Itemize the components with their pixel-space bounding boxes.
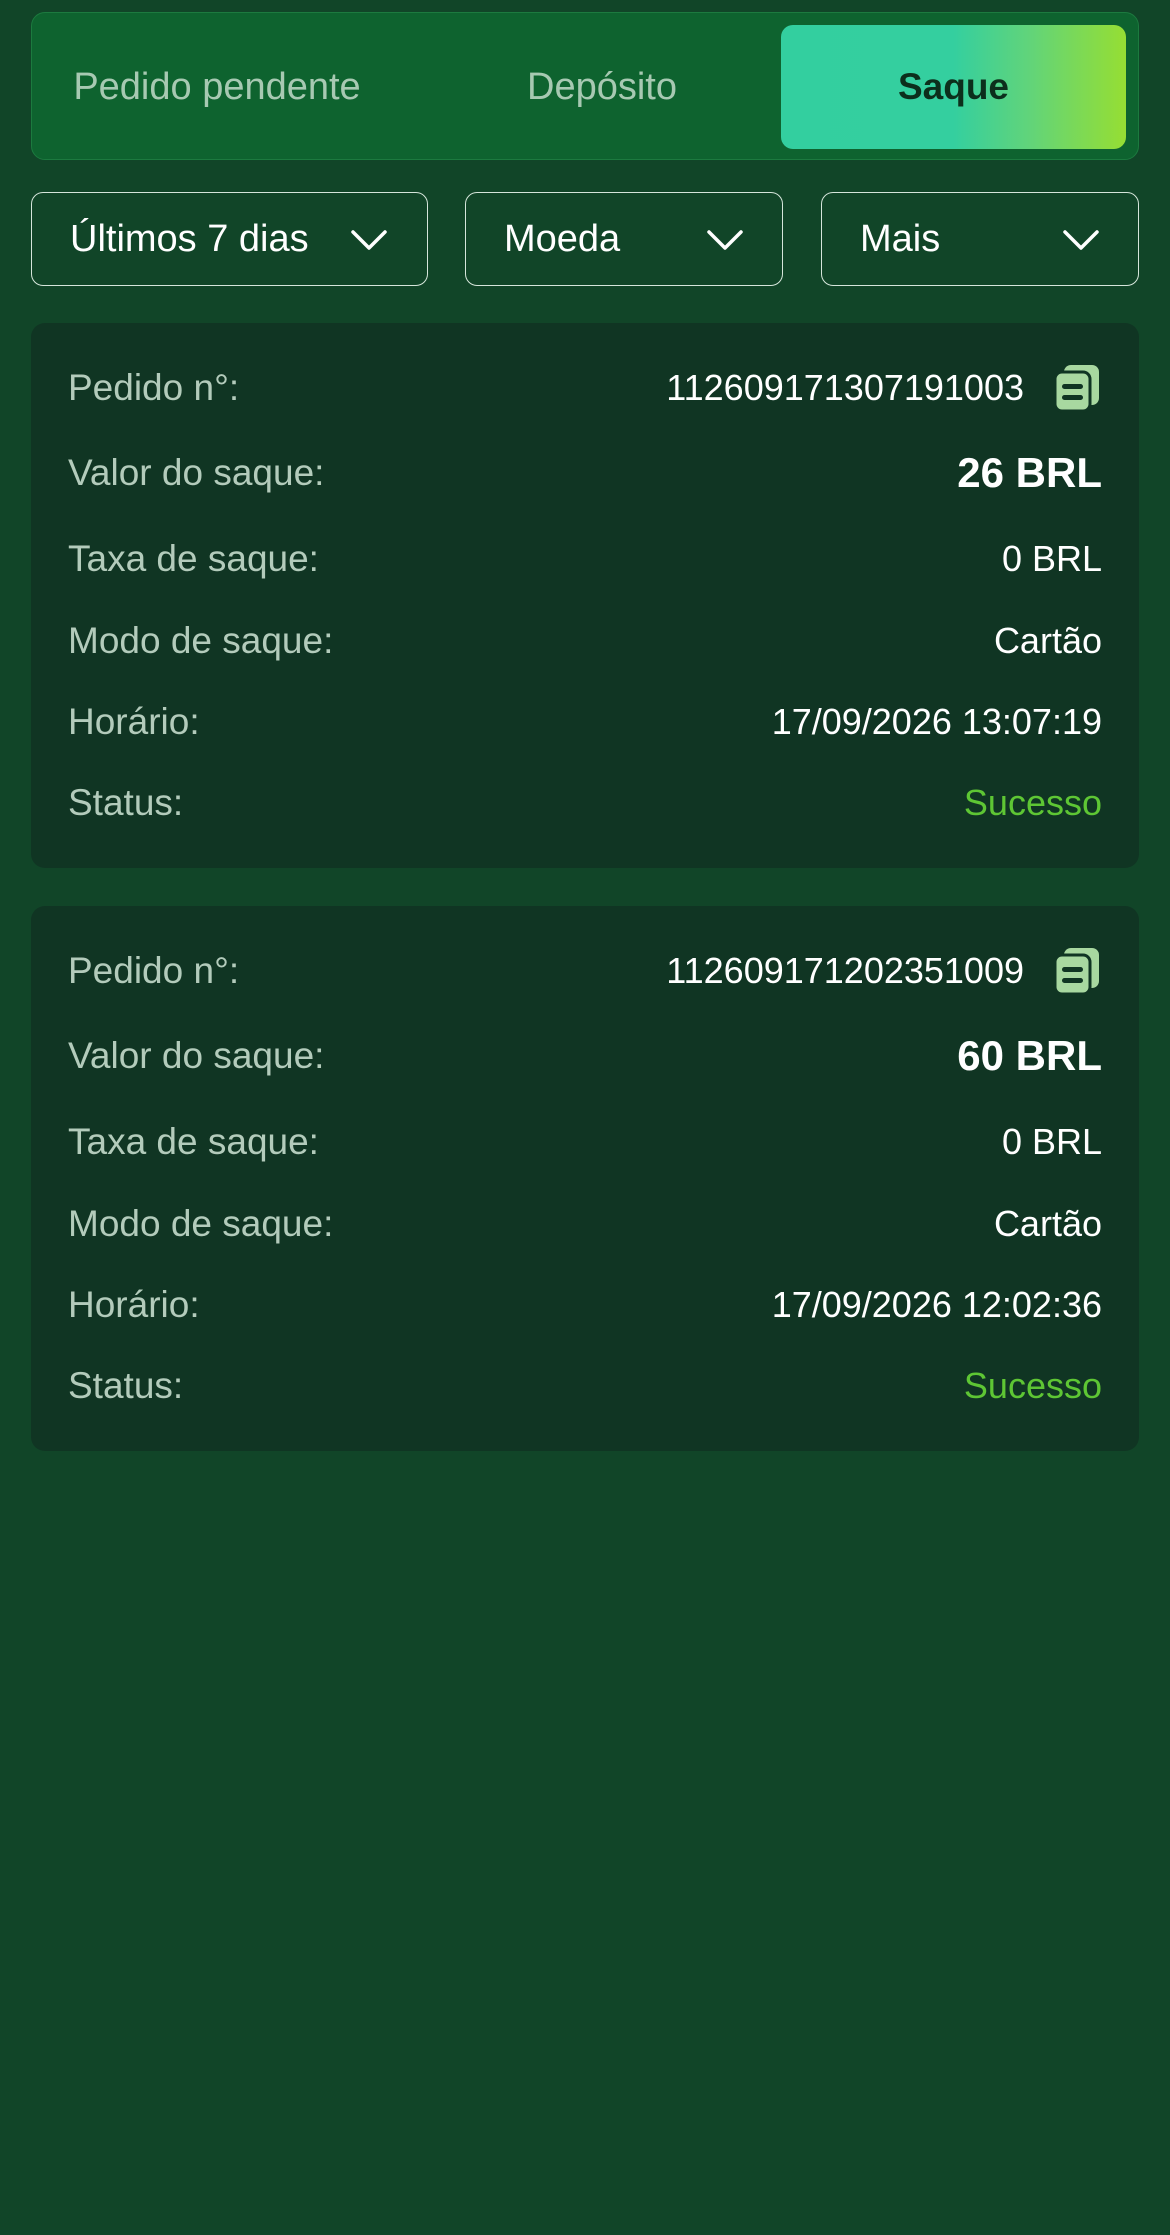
- withdrawal-record-card: Pedido n°: 112609171307191003 Valor do s…: [31, 323, 1139, 868]
- chevron-down-icon: [1063, 230, 1099, 250]
- order-number-value: 112609171202351009: [666, 950, 1024, 991]
- time-label: Horário:: [68, 1284, 200, 1325]
- period-filter-label: Últimos 7 dias: [70, 217, 309, 260]
- copy-icon[interactable]: [1052, 363, 1102, 413]
- status-label: Status:: [68, 1365, 184, 1406]
- order-number-value: 112609171307191003: [666, 367, 1024, 408]
- amount-label: Valor do saque:: [68, 1035, 325, 1076]
- mode-row: Modo de saque: Cartão: [68, 611, 1102, 671]
- mode-value: Cartão: [993, 1203, 1102, 1244]
- status-row: Status: Sucesso: [68, 773, 1102, 833]
- withdrawal-record-card: Pedido n°: 112609171202351009 Valor do s…: [31, 906, 1139, 1451]
- tab-withdraw[interactable]: Saque: [781, 25, 1126, 149]
- fee-value: 0 BRL: [1001, 538, 1102, 579]
- fee-row: Taxa de saque: 0 BRL: [68, 1112, 1102, 1172]
- order-number-row: Pedido n°: 112609171307191003: [68, 358, 1102, 418]
- fee-label: Taxa de saque:: [68, 538, 319, 579]
- more-filter-dropdown[interactable]: Mais: [821, 192, 1139, 286]
- currency-filter-dropdown[interactable]: Moeda: [465, 192, 783, 286]
- chevron-down-icon: [351, 230, 387, 250]
- amount-row: Valor do saque: 26 BRL: [68, 443, 1102, 503]
- time-row: Horário: 17/09/2026 12:02:36: [68, 1275, 1102, 1335]
- amount-value: 60 BRL: [957, 1032, 1102, 1079]
- amount-value: 26 BRL: [957, 449, 1102, 496]
- mode-value: Cartão: [993, 620, 1102, 661]
- time-row: Horário: 17/09/2026 13:07:19: [68, 692, 1102, 752]
- fee-value: 0 BRL: [1001, 1121, 1102, 1162]
- fee-label: Taxa de saque:: [68, 1121, 319, 1162]
- mode-row: Modo de saque: Cartão: [68, 1194, 1102, 1254]
- fee-row: Taxa de saque: 0 BRL: [68, 529, 1102, 589]
- mode-label: Modo de saque:: [68, 620, 334, 661]
- tab-pending-order[interactable]: Pedido pendente: [32, 25, 402, 149]
- order-number-label: Pedido n°:: [68, 367, 240, 408]
- time-label: Horário:: [68, 701, 200, 742]
- status-label: Status:: [68, 782, 184, 823]
- status-value: Sucesso: [963, 782, 1102, 823]
- tab-deposit[interactable]: Depósito: [402, 25, 802, 149]
- time-value: 17/09/2026 12:02:36: [771, 1284, 1102, 1325]
- order-number-row: Pedido n°: 112609171202351009: [68, 941, 1102, 1001]
- mode-label: Modo de saque:: [68, 1203, 334, 1244]
- chevron-down-icon: [707, 230, 743, 250]
- time-value: 17/09/2026 13:07:19: [771, 701, 1102, 742]
- order-number-label: Pedido n°:: [68, 950, 240, 991]
- period-filter-dropdown[interactable]: Últimos 7 dias: [31, 192, 428, 286]
- amount-label: Valor do saque:: [68, 452, 325, 493]
- copy-icon[interactable]: [1052, 946, 1102, 996]
- status-value: Sucesso: [963, 1365, 1102, 1406]
- more-filter-label: Mais: [860, 217, 941, 260]
- amount-row: Valor do saque: 60 BRL: [68, 1026, 1102, 1086]
- tab-bar: Pedido pendente Depósito Saque: [31, 12, 1139, 160]
- status-row: Status: Sucesso: [68, 1356, 1102, 1416]
- currency-filter-label: Moeda: [504, 217, 621, 260]
